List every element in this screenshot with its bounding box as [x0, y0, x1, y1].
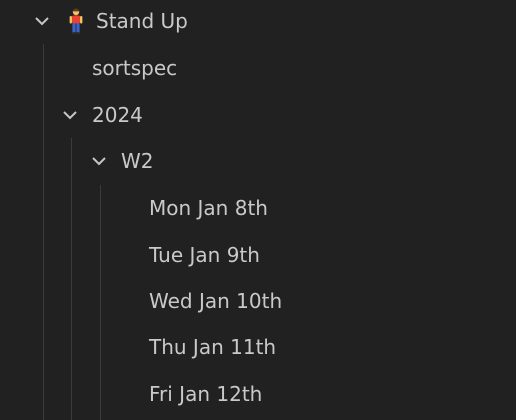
tree-item-2024[interactable]: 2024: [0, 92, 516, 138]
tree-item-label: Tue Jan 9th: [149, 243, 260, 267]
tree-item-label: Mon Jan 8th: [149, 196, 268, 220]
tree-item-day[interactable]: Tue Jan 9th: [0, 232, 516, 278]
tree-item-day[interactable]: Mon Jan 8th: [0, 185, 516, 231]
tree-item-label: sortspec: [92, 56, 178, 80]
tree-item-sortspec[interactable]: sortspec: [0, 45, 516, 91]
tree-item-day[interactable]: Thu Jan 11th: [0, 324, 516, 370]
tree-item-label: Stand Up: [96, 9, 188, 33]
tree-item-label: Thu Jan 11th: [149, 335, 277, 359]
tree-item-day[interactable]: Wed Jan 10th: [0, 278, 516, 324]
person-standing-icon: [66, 8, 86, 34]
tree-item-stand-up[interactable]: Stand Up: [0, 0, 516, 44]
tree-item-label: Fri Jan 12th: [149, 382, 263, 406]
tree-item-day[interactable]: Fri Jan 12th: [0, 371, 516, 417]
chevron-down-icon[interactable]: [33, 12, 51, 30]
tree-item-label: Wed Jan 10th: [149, 289, 283, 313]
tree-item-label: 2024: [92, 103, 143, 127]
tree-item-label: W2: [121, 149, 154, 173]
tree-item-w2[interactable]: W2: [0, 138, 516, 184]
chevron-down-icon[interactable]: [90, 152, 108, 170]
chevron-down-icon[interactable]: [61, 106, 79, 124]
